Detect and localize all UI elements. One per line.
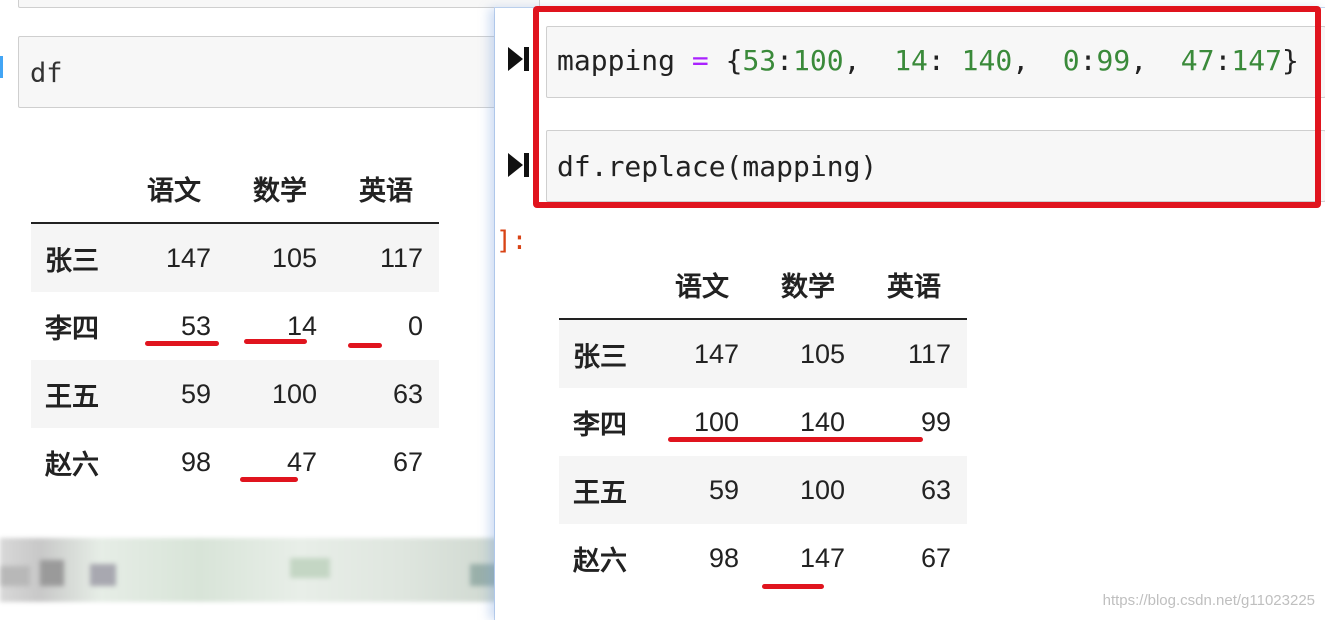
cell: 117 (907, 338, 951, 369)
cell: 0 (407, 310, 423, 341)
cell: 53 (180, 310, 211, 341)
cell: 98 (180, 446, 211, 477)
blurred-region (0, 538, 500, 602)
index-header-blank (31, 154, 121, 224)
watermark: https://blog.csdn.net/g11023225 (1102, 592, 1315, 609)
cell: 98 (708, 542, 739, 573)
cell: 99 (920, 406, 951, 437)
row-index: 张三 (573, 341, 627, 372)
cell-selection-indicator (0, 56, 3, 78)
cell: 67 (920, 542, 951, 573)
annotation-underline (668, 437, 923, 442)
cell: 67 (392, 446, 423, 477)
output-prompt: ]: (496, 226, 528, 256)
cell: 140 (799, 406, 845, 437)
cell: 100 (799, 474, 845, 505)
cell: 105 (799, 338, 845, 369)
row-index: 赵六 (573, 545, 627, 576)
dataframe-replaced: 语文 数学 英语 张三 147 105 117 李四 100 140 99 王五… (559, 250, 967, 592)
cell: 59 (708, 474, 739, 505)
annotation-underline (348, 343, 382, 348)
dataframe-original: 语文 数学 英语 张三 147 105 117 李四 53 14 0 王五 59… (31, 154, 439, 496)
cell: 100 (693, 406, 739, 437)
code-text-df[interactable]: df (30, 58, 63, 89)
row-index: 赵六 (45, 449, 99, 480)
column-header: 数学 (755, 250, 861, 320)
annotation-underline (244, 339, 307, 344)
cell: 47 (286, 446, 317, 477)
row-index: 李四 (573, 409, 627, 440)
table-row: 李四 100 140 99 (559, 388, 967, 456)
step-forward-icon[interactable] (506, 44, 532, 74)
cell: 147 (165, 242, 211, 273)
cell: 63 (392, 378, 423, 409)
row-index: 张三 (45, 245, 99, 276)
table-row: 李四 53 14 0 (31, 292, 439, 360)
row-index: 王五 (45, 381, 99, 412)
step-forward-icon[interactable] (506, 150, 532, 180)
row-index: 李四 (45, 313, 99, 344)
table-row: 张三 147 105 117 (559, 319, 967, 388)
cell: 14 (286, 310, 317, 341)
cell: 59 (180, 378, 211, 409)
annotation-underline (762, 584, 824, 589)
table-row: 王五 59 100 63 (559, 456, 967, 524)
table-row: 张三 147 105 117 (31, 223, 439, 292)
annotation-underline (145, 341, 219, 346)
annotation-underline (240, 477, 298, 482)
cell: 100 (271, 378, 317, 409)
row-index: 王五 (573, 477, 627, 508)
column-header: 语文 (649, 250, 755, 320)
column-header: 英语 (861, 250, 967, 320)
cell: 105 (271, 242, 317, 273)
column-header: 语文 (121, 154, 227, 224)
column-header: 英语 (333, 154, 439, 224)
cell: 117 (379, 242, 423, 273)
table-row: 赵六 98 47 67 (31, 428, 439, 496)
cell: 147 (799, 542, 845, 573)
cell: 63 (920, 474, 951, 505)
annotation-highlight-box (533, 6, 1321, 208)
column-header: 数学 (227, 154, 333, 224)
code-cell-df[interactable] (18, 36, 538, 108)
cell: 147 (693, 338, 739, 369)
table-row: 赵六 98 147 67 (559, 524, 967, 592)
table-row: 王五 59 100 63 (31, 360, 439, 428)
index-header-blank (559, 250, 649, 320)
previous-cell-edge (18, 0, 540, 8)
